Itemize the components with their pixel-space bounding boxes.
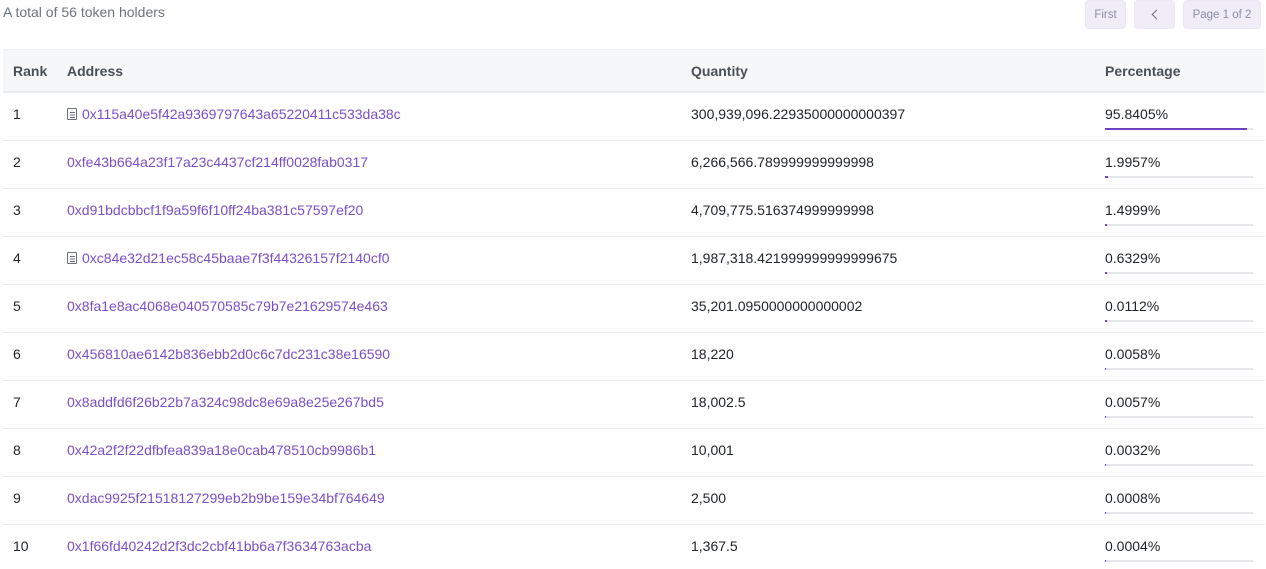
quantity-cell: 18,220 — [691, 346, 734, 362]
chevron-left-icon — [1151, 9, 1161, 20]
table-row: 1 0x115a40e5f42a9369797643a65220411c533da… — [3, 93, 1265, 141]
previous-page-button[interactable] — [1134, 0, 1175, 29]
first-page-button[interactable]: First — [1085, 0, 1126, 29]
percentage-bar-fill — [1105, 512, 1107, 514]
percentage-bar-fill — [1105, 176, 1108, 178]
rank-cell: 2 — [13, 154, 21, 170]
percentage-cell: 0.0008% — [1105, 490, 1161, 506]
address-text: 0xfe43b664a23f17a23c4437cf214ff0028fab03… — [67, 154, 369, 170]
percentage-bar-fill — [1105, 320, 1108, 322]
percentage-cell: 0.6329% — [1105, 250, 1161, 266]
percentage-bar-fill — [1105, 224, 1108, 226]
quantity-cell: 18,002.5 — [691, 394, 746, 410]
table-row: 10 0x1f66fd40242d2f3dc2cbf41bb6a7f3634763… — [3, 525, 1265, 569]
percentage-bar — [1105, 368, 1253, 370]
address-link[interactable]: 0x1f66fd40242d2f3dc2cbf41bb6a7f3634763ac… — [67, 538, 371, 554]
column-header-rank: Rank — [13, 63, 48, 79]
rank-cell: 3 — [13, 202, 21, 218]
address-link[interactable]: 0xc84e32d21ec58c45baae7f3f44326157f2140c… — [67, 250, 390, 266]
address-link[interactable]: 0xdac9925f21518127299eb2b9be159e34bf7646… — [67, 490, 385, 506]
percentage-bar — [1105, 512, 1253, 514]
rank-cell: 10 — [13, 538, 29, 554]
table-row: 3 0xd91bdcbbcf1f9a59f6f10ff24ba381c57597e… — [3, 189, 1265, 237]
percentage-bar-fill — [1105, 368, 1107, 370]
pagination: First Page 1 of 2 — [1085, 0, 1261, 29]
percentage-cell: 0.0057% — [1105, 394, 1161, 410]
percentage-cell: 1.4999% — [1105, 202, 1161, 218]
table-row: 8 0x42a2f2f22dfbfea839a18e0cab478510cb998… — [3, 429, 1265, 477]
table-row: 5 0x8fa1e8ac4068e040570585c79b7e21629574e… — [3, 285, 1265, 333]
address-text: 0xc84e32d21ec58c45baae7f3f44326157f2140c… — [82, 250, 390, 266]
address-text: 0x115a40e5f42a9369797643a65220411c533da3… — [82, 106, 401, 122]
quantity-cell: 10,001 — [691, 442, 734, 458]
rank-cell: 8 — [13, 442, 21, 458]
column-header-quantity: Quantity — [691, 63, 748, 79]
percentage-bar — [1105, 560, 1253, 562]
percentage-cell: 0.0112% — [1105, 298, 1160, 314]
table-row: 6 0x456810ae6142b836ebb2d0c6c7dc231c38e16… — [3, 333, 1265, 381]
address-text: 0xd91bdcbbcf1f9a59f6f10ff24ba381c57597ef… — [67, 202, 364, 218]
quantity-cell: 6,266,566.789999999999998 — [691, 154, 874, 170]
address-text: 0x8fa1e8ac4068e040570585c79b7e21629574e4… — [67, 298, 388, 314]
table-row: 2 0xfe43b664a23f17a23c4437cf214ff0028fab0… — [3, 141, 1265, 189]
page-indicator: Page 1 of 2 — [1183, 0, 1261, 29]
percentage-bar-fill — [1105, 464, 1107, 466]
holders-summary: A total of 56 token holders — [3, 4, 165, 20]
address-text: 0x456810ae6142b836ebb2d0c6c7dc231c38e165… — [67, 346, 391, 362]
address-text: 0x42a2f2f22dfbfea839a18e0cab478510cb9986… — [67, 442, 377, 458]
address-link[interactable]: 0x115a40e5f42a9369797643a65220411c533da3… — [67, 106, 401, 122]
percentage-cell: 1.9957% — [1105, 154, 1161, 170]
address-link[interactable]: 0x8addfd6f26b22b7a324c98dc8e69a8e25e267b… — [67, 394, 384, 410]
table-header: Rank Address Quantity Percentage — [3, 50, 1265, 93]
percentage-bar — [1105, 176, 1253, 178]
percentage-cell: 0.0032% — [1105, 442, 1161, 458]
address-link[interactable]: 0x42a2f2f22dfbfea839a18e0cab478510cb9986… — [67, 442, 376, 458]
address-text: 0xdac9925f21518127299eb2b9be159e34bf7646… — [67, 490, 385, 506]
percentage-cell: 0.0004% — [1105, 538, 1161, 554]
quantity-cell: 4,709,775.516374999999998 — [691, 202, 874, 218]
column-header-address: Address — [67, 63, 124, 79]
table-body: 1 0x115a40e5f42a9369797643a65220411c533da… — [3, 93, 1265, 569]
rank-cell: 4 — [13, 250, 21, 266]
contract-file-icon — [67, 108, 77, 120]
percentage-bar-fill — [1105, 416, 1107, 418]
percentage-bar-fill — [1105, 128, 1247, 130]
contract-file-icon — [67, 252, 77, 264]
percentage-bar — [1105, 128, 1253, 130]
table-row: 9 0xdac9925f21518127299eb2b9be159e34bf764… — [3, 477, 1265, 525]
quantity-cell: 35,201.0950000000000002 — [691, 298, 863, 314]
percentage-bar — [1105, 272, 1253, 274]
rank-cell: 6 — [13, 346, 21, 362]
column-header-percentage: Percentage — [1105, 63, 1181, 79]
address-link[interactable]: 0x456810ae6142b836ebb2d0c6c7dc231c38e165… — [67, 346, 390, 362]
quantity-cell: 1,987,318.421999999999999675 — [691, 250, 898, 266]
percentage-bar-fill — [1105, 272, 1108, 274]
rank-cell: 1 — [13, 106, 21, 122]
quantity-cell: 300,939,096.22935000000000397 — [691, 106, 906, 122]
table-row: 7 0x8addfd6f26b22b7a324c98dc8e69a8e25e267… — [3, 381, 1265, 429]
rank-cell: 7 — [13, 394, 21, 410]
quantity-cell: 1,367.5 — [691, 538, 738, 554]
percentage-bar-fill — [1105, 560, 1107, 562]
percentage-bar — [1105, 224, 1253, 226]
rank-cell: 9 — [13, 490, 21, 506]
address-text: 0x1f66fd40242d2f3dc2cbf41bb6a7f3634763ac… — [67, 538, 372, 554]
token-holders-table: Rank Address Quantity Percentage 1 0x115a… — [3, 49, 1265, 569]
percentage-bar — [1105, 320, 1253, 322]
rank-cell: 5 — [13, 298, 21, 314]
percentage-cell: 95.8405% — [1105, 106, 1169, 122]
percentage-bar — [1105, 416, 1253, 418]
address-text: 0x8addfd6f26b22b7a324c98dc8e69a8e25e267b… — [67, 394, 384, 410]
quantity-cell: 2,500 — [691, 490, 727, 506]
address-link[interactable]: 0xd91bdcbbcf1f9a59f6f10ff24ba381c57597ef… — [67, 202, 363, 218]
address-link[interactable]: 0x8fa1e8ac4068e040570585c79b7e21629574e4… — [67, 298, 388, 314]
table-row: 4 0xc84e32d21ec58c45baae7f3f44326157f2140… — [3, 237, 1265, 285]
address-link[interactable]: 0xfe43b664a23f17a23c4437cf214ff0028fab03… — [67, 154, 368, 170]
percentage-bar — [1105, 464, 1253, 466]
percentage-cell: 0.0058% — [1105, 346, 1161, 362]
